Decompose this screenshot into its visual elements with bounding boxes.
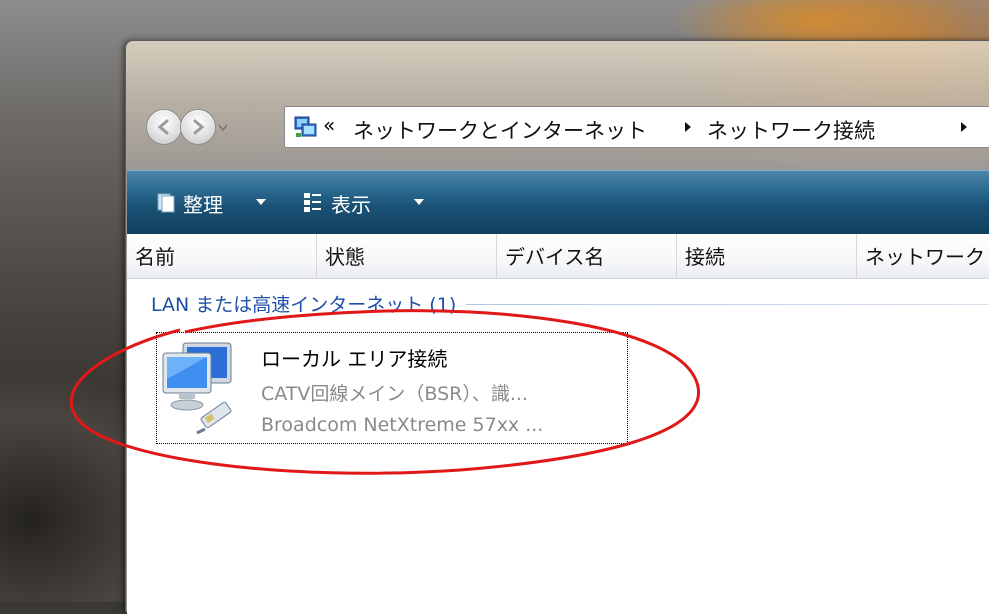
- organize-icon: [157, 193, 175, 213]
- file-list-pane: 名前 状態 デバイス名 接続 ネットワーク LAN または高速インターネット (…: [127, 234, 989, 614]
- views-button[interactable]: 表示: [331, 189, 371, 218]
- forward-arrow-icon: [193, 119, 205, 135]
- column-status[interactable]: 状態: [317, 234, 497, 278]
- recent-pages-dropdown-icon[interactable]: [218, 119, 228, 135]
- views-dropdown-icon[interactable]: [413, 198, 425, 206]
- connection-device: Broadcom NetXtreme 57xx ...: [261, 414, 544, 436]
- column-network[interactable]: ネットワーク: [857, 234, 989, 278]
- group-header-lan[interactable]: LAN または高速インターネット (1): [151, 290, 467, 317]
- connection-name: ローカル エリア接続: [261, 347, 448, 371]
- connection-status: CATV回線メイン（BSR）、識...: [261, 383, 528, 405]
- column-connectivity[interactable]: 接続: [677, 234, 857, 278]
- network-connections-icon: [294, 116, 317, 137]
- breadcrumb-network-internet[interactable]: ネットワークとインターネット: [353, 115, 647, 145]
- address-bar[interactable]: « ネットワークとインターネット ネットワーク接続: [284, 106, 989, 148]
- local-area-connection-item[interactable]: ローカル エリア接続 CATV回線メイン（BSR）、識... Broadcom …: [156, 332, 628, 444]
- views-icon: [304, 193, 321, 212]
- organize-dropdown-icon[interactable]: [255, 198, 267, 206]
- explorer-window: « ネットワークとインターネット ネットワーク接続 整理 表示 名前 状態 デバ…: [125, 40, 989, 614]
- forward-button[interactable]: [180, 109, 216, 145]
- command-toolbar: 整理 表示: [127, 170, 989, 235]
- column-device-name[interactable]: デバイス名: [497, 234, 677, 278]
- column-name[interactable]: 名前: [127, 234, 317, 278]
- column-header-row: 名前 状態 デバイス名 接続 ネットワーク: [127, 234, 989, 279]
- breadcrumb-separator-icon[interactable]: [959, 121, 969, 133]
- breadcrumb-overflow[interactable]: «: [323, 113, 335, 137]
- back-arrow-icon: [157, 119, 169, 135]
- breadcrumb-separator-icon[interactable]: [683, 121, 693, 133]
- network-adapter-icon: [162, 342, 232, 435]
- breadcrumb-network-connections[interactable]: ネットワーク接続: [707, 115, 875, 145]
- back-button[interactable]: [146, 109, 182, 145]
- navigation-bar: « ネットワークとインターネット ネットワーク接続: [142, 105, 989, 149]
- organize-button[interactable]: 整理: [183, 189, 223, 218]
